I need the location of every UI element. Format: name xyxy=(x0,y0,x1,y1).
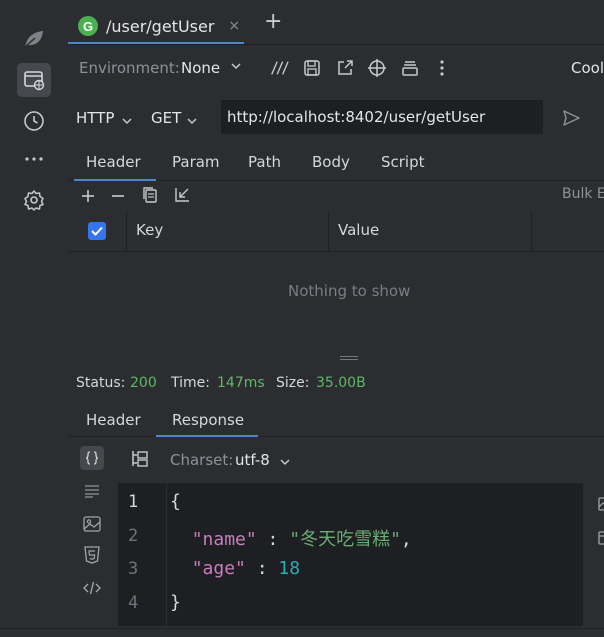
chevron-down-icon[interactable] xyxy=(279,453,291,472)
environment-label: Environment: xyxy=(79,59,180,77)
code-line: { xyxy=(170,491,181,512)
cookies-link[interactable]: Cool xyxy=(571,59,604,77)
status-label: Status: xyxy=(76,375,126,391)
json-open-brace: { xyxy=(170,491,181,512)
code-line: "name" : "冬天吃雪糕", xyxy=(170,525,412,551)
tab-script[interactable]: Script xyxy=(381,153,425,171)
get-method-icon: G xyxy=(78,16,98,36)
line-number-gutter: 1 2 3 4 xyxy=(118,483,167,626)
url-input[interactable] xyxy=(221,100,543,134)
html5-icon[interactable] xyxy=(80,543,104,567)
copy-response-icon[interactable] xyxy=(598,530,604,549)
column-key: Key xyxy=(136,221,164,239)
time-value: 147ms xyxy=(217,375,265,391)
copy-icon[interactable] xyxy=(140,185,160,205)
line-number: 3 xyxy=(128,559,139,579)
response-tabs: Header Response xyxy=(68,404,604,437)
json-separator: : xyxy=(245,558,279,579)
request-tabs: Header Param Path Body Script xyxy=(68,146,604,181)
remove-icon[interactable] xyxy=(108,186,128,206)
add-icon[interactable] xyxy=(78,186,98,206)
size-value: 35.00B xyxy=(316,375,366,391)
protocol-select[interactable]: HTTP xyxy=(76,109,114,127)
select-all-checkbox[interactable] xyxy=(88,222,106,240)
json-braces-icon[interactable] xyxy=(80,446,104,470)
line-number: 2 xyxy=(128,526,139,546)
code-line: } xyxy=(170,592,181,613)
line-number: 4 xyxy=(128,593,139,613)
chevron-down-icon[interactable] xyxy=(230,57,242,76)
column-value: Value xyxy=(338,221,380,239)
column-divider xyxy=(328,211,329,251)
empty-table-message: Nothing to show xyxy=(288,282,411,300)
method-select[interactable]: GET xyxy=(151,109,181,127)
more-vertical-icon[interactable] xyxy=(432,58,452,78)
request-tab-bar: G /user/getUser × + xyxy=(68,0,604,45)
tab-body[interactable]: Body xyxy=(312,153,350,171)
active-tab-indicator xyxy=(68,42,244,44)
time-label: Time: xyxy=(171,375,210,391)
web-request-icon[interactable] xyxy=(17,63,51,97)
charset-select[interactable]: utf-8 xyxy=(235,451,270,469)
tab-path[interactable]: Path xyxy=(248,153,281,171)
tab-title: /user/getUser xyxy=(106,16,215,36)
bulk-edit-link[interactable]: Bulk E xyxy=(562,186,604,202)
response-status-bar: Status: 200 Time: 147ms Size: 35.00B xyxy=(68,372,604,394)
image-icon[interactable] xyxy=(80,512,104,536)
json-key-age: "age" xyxy=(191,558,246,579)
new-tab-icon[interactable]: + xyxy=(264,10,282,34)
text-lines-icon[interactable] xyxy=(80,479,104,503)
params-table-header: Key Value xyxy=(68,211,604,252)
slash-edit-icon[interactable] xyxy=(269,58,289,78)
environment-select[interactable]: None xyxy=(181,59,220,77)
send-icon[interactable] xyxy=(561,108,581,132)
history-clock-icon[interactable] xyxy=(17,104,51,138)
line-number: 1 xyxy=(128,492,139,512)
charset-label: Charset: xyxy=(170,451,234,469)
leaf-logo-icon[interactable] xyxy=(17,22,51,56)
tab-param[interactable]: Param xyxy=(172,153,220,171)
response-view-sidebar xyxy=(68,440,118,610)
url-bar: HTTP GET xyxy=(68,96,604,140)
settings-gear-icon[interactable] xyxy=(17,183,51,217)
params-toolbar: Bulk E xyxy=(68,181,604,211)
code-tags-icon[interactable] xyxy=(80,576,104,600)
active-tab-indicator xyxy=(156,435,258,437)
json-value-age: 18 xyxy=(278,558,301,579)
json-separator: : xyxy=(256,529,290,550)
code-line: "age" : 18 xyxy=(170,558,300,579)
column-divider xyxy=(126,211,127,251)
more-dots-icon[interactable] xyxy=(17,142,51,176)
json-close-brace: } xyxy=(170,592,181,613)
chevron-down-icon[interactable] xyxy=(121,112,133,131)
panel-splitter-handle[interactable] xyxy=(340,356,358,360)
image-preview-icon[interactable] xyxy=(598,496,604,515)
chevron-down-icon[interactable] xyxy=(186,112,198,131)
tab-response-body[interactable]: Response xyxy=(172,411,244,429)
json-value-name: "冬天吃雪糕" xyxy=(289,529,401,550)
column-divider xyxy=(531,211,532,251)
response-json-editor[interactable]: 1 2 3 4 { "name" : "冬天吃雪糕", "age" : 18 } xyxy=(118,483,583,626)
tab-close-icon[interactable]: × xyxy=(228,18,240,34)
left-sidebar xyxy=(0,0,68,636)
tab-header[interactable]: Header xyxy=(86,153,141,171)
editor-right-toolbar xyxy=(594,494,604,554)
save-icon[interactable] xyxy=(302,58,322,78)
tab-response-header[interactable]: Header xyxy=(86,411,141,429)
tree-structure-icon[interactable] xyxy=(130,449,150,473)
json-comma: , xyxy=(400,529,412,550)
import-icon[interactable] xyxy=(172,185,192,205)
tab-get-user[interactable]: G /user/getUser × xyxy=(78,8,240,44)
json-key-name: "name" xyxy=(191,529,257,550)
export-icon[interactable] xyxy=(335,58,355,78)
status-value: 200 xyxy=(130,375,157,391)
environment-toolbar: Environment: None Cool xyxy=(68,45,604,91)
archive-icon[interactable] xyxy=(400,58,420,78)
target-icon[interactable] xyxy=(367,58,387,78)
size-label: Size: xyxy=(276,375,310,391)
